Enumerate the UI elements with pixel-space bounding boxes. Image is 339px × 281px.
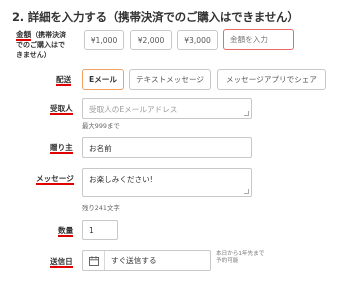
- message-label: メッセージ: [36, 174, 74, 185]
- sender-label-group: 贈り主: [50, 143, 73, 154]
- amount-note-1: （携帯決済: [31, 31, 67, 39]
- sender-name-value: お名前: [89, 144, 112, 153]
- message-value: お楽しみください!: [89, 175, 153, 184]
- resize-handle-icon[interactable]: [244, 111, 249, 116]
- send-date-note-1: 本日から1年先まで: [216, 251, 265, 257]
- custom-amount-input[interactable]: 金額を入力: [223, 29, 294, 50]
- quantity-input[interactable]: 1: [82, 220, 118, 240]
- amount-label-group: 金額（携帯決済 でのご購入はで きません）: [16, 30, 66, 60]
- calendar-icon[interactable]: [83, 251, 105, 270]
- delivery-option-email[interactable]: Eメール: [82, 69, 124, 90]
- sender-name-input[interactable]: お名前: [82, 137, 252, 158]
- amount-option-2000[interactable]: ¥2,000: [130, 30, 172, 50]
- quantity-value: 1: [89, 226, 94, 235]
- quantity-label: 数量: [58, 226, 74, 237]
- send-date-picker[interactable]: すぐ送信する: [82, 250, 211, 271]
- delivery-option-text-message[interactable]: テキストメッセージ: [129, 69, 211, 90]
- quantity-label-group: 数量: [58, 226, 74, 237]
- message-textarea[interactable]: お楽しみください!: [82, 168, 252, 197]
- delivery-label: 配送: [56, 75, 72, 86]
- amount-option-1000[interactable]: ¥1,000: [84, 30, 124, 50]
- amount-note-3: きません）: [16, 51, 51, 59]
- message-label-group: メッセージ: [36, 174, 74, 185]
- send-date-note-2: 予約可能: [216, 258, 239, 264]
- recipient-placeholder: 受取人のEメールアドレス: [89, 105, 178, 114]
- section-title: 2. 詳細を入力する（携帯決済でのご購入はできません）: [12, 10, 299, 24]
- recipient-hint: 最大999まで: [82, 122, 120, 130]
- recipient-email-input[interactable]: 受取人のEメールアドレス: [82, 98, 252, 119]
- send-date-note: 本日から1年先まで 予約可能: [216, 251, 264, 265]
- amount-label: 金額: [16, 30, 32, 41]
- sender-label: 贈り主: [50, 143, 73, 154]
- delivery-option-share-app[interactable]: メッセージアプリでシェア: [217, 69, 326, 90]
- amount-option-3000[interactable]: ¥3,000: [177, 30, 218, 50]
- recipient-label: 受取人: [50, 104, 73, 115]
- recipient-label-group: 受取人: [50, 104, 73, 115]
- send-date-label: 送信日: [50, 257, 73, 268]
- send-date-value: すぐ送信する: [111, 256, 157, 265]
- amount-note-2: でのご購入はで: [16, 41, 65, 49]
- send-date-label-group: 送信日: [50, 257, 73, 268]
- delivery-label-group: 配送: [56, 75, 72, 86]
- resize-handle-icon[interactable]: [244, 189, 249, 194]
- message-remaining: 残り241文字: [82, 204, 120, 212]
